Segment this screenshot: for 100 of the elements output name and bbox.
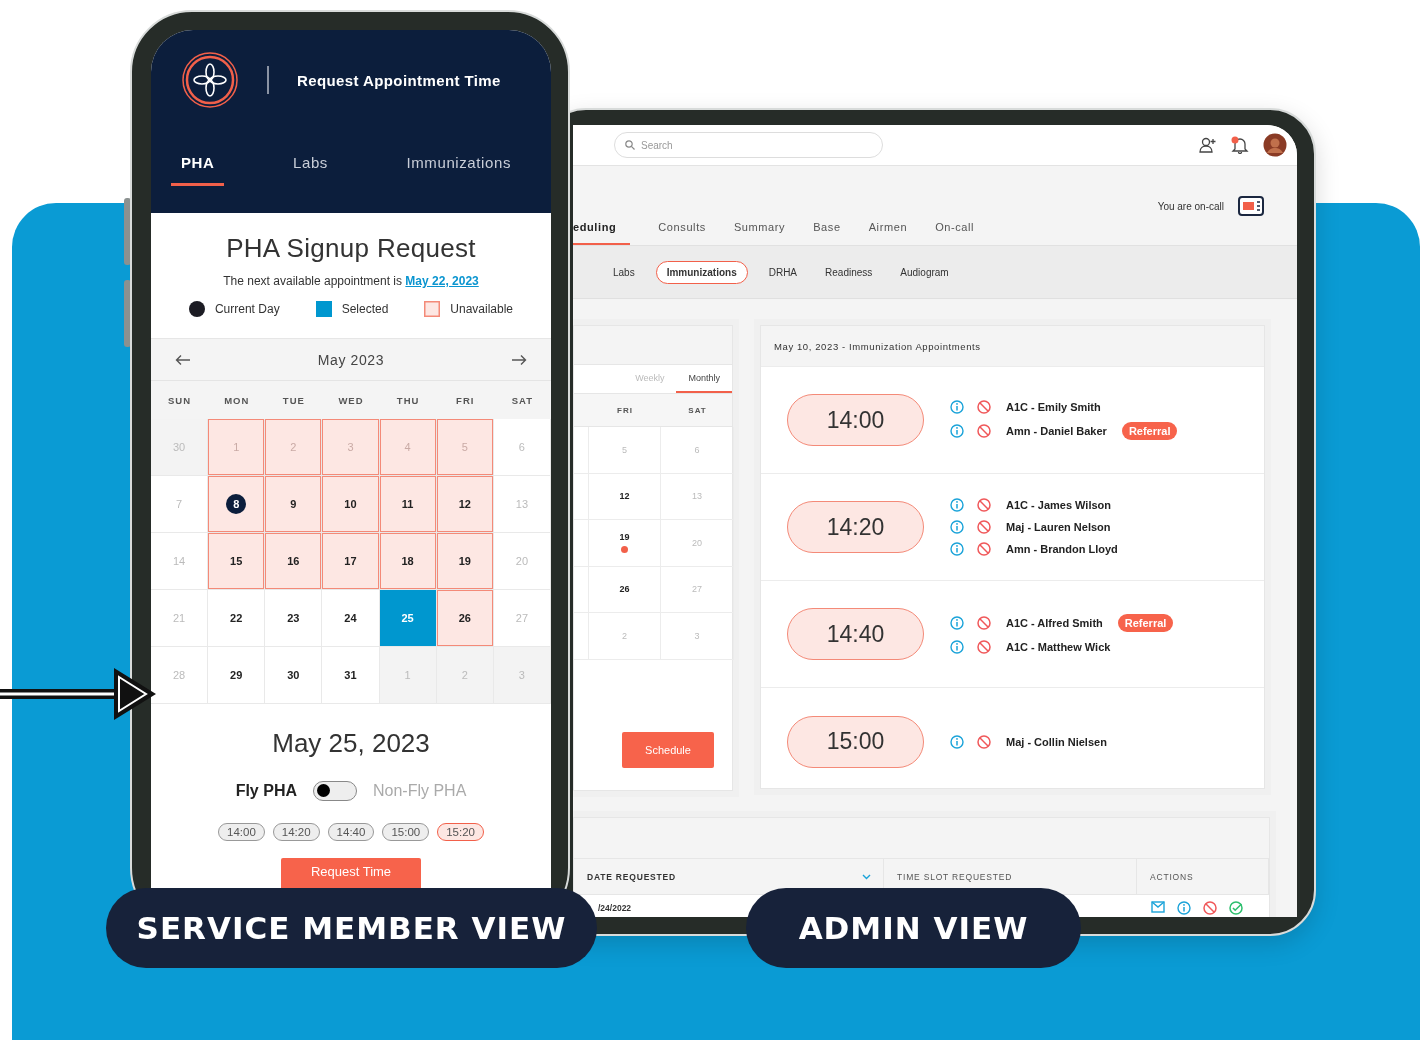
calendar-day[interactable]: 15 bbox=[208, 533, 266, 590]
weekday-label: SUN bbox=[167, 394, 193, 406]
search-field[interactable]: Search bbox=[614, 132, 883, 158]
search-icon bbox=[625, 140, 635, 150]
time-chip[interactable]: 14:40 bbox=[327, 823, 375, 841]
weekday-label: SAT bbox=[510, 394, 535, 406]
sub-tab[interactable]: Audiogram bbox=[893, 260, 956, 284]
patient-name: Amn - Brandon Lloyd bbox=[1006, 543, 1118, 555]
calendar-day[interactable]: 24 bbox=[322, 590, 380, 647]
nav-tab[interactable]: PHA bbox=[171, 148, 225, 186]
patient-name: A1C - Alfred Smith bbox=[1006, 617, 1103, 629]
calendar-day[interactable]: 17 bbox=[322, 533, 380, 590]
legend-label: Current Day bbox=[214, 302, 280, 316]
mail-icon[interactable] bbox=[1151, 901, 1165, 913]
nav-tab[interactable]: Summary bbox=[733, 217, 786, 245]
left-arrow-icon[interactable] bbox=[175, 353, 191, 366]
table-cell-text: /24/2022 bbox=[597, 903, 632, 913]
calendar-day[interactable]: 19 bbox=[436, 533, 494, 590]
bell-icon[interactable] bbox=[1231, 136, 1249, 154]
cancel-icon[interactable] bbox=[977, 616, 991, 630]
toggle-switch[interactable] bbox=[313, 781, 357, 801]
sub-tab[interactable]: Readiness bbox=[818, 260, 880, 284]
sub-tab[interactable]: Labs bbox=[606, 260, 642, 284]
info-icon[interactable] bbox=[950, 400, 964, 414]
cancel-icon[interactable] bbox=[977, 542, 991, 556]
sub-tab[interactable]: Immunizations bbox=[655, 260, 748, 284]
weekday-label: WED bbox=[337, 394, 365, 406]
legend-label: Selected bbox=[341, 302, 389, 316]
weekday-label: THU bbox=[395, 394, 421, 406]
page-heading: PHA Signup Request bbox=[226, 233, 476, 264]
calendar-day[interactable]: 26 bbox=[436, 590, 494, 647]
nav-tab[interactable]: Airmen bbox=[868, 217, 908, 245]
cancel-icon[interactable] bbox=[977, 498, 991, 512]
calendar-day[interactable]: 19 bbox=[589, 520, 661, 567]
nav-tab[interactable]: Labs bbox=[283, 148, 338, 186]
calendar-day[interactable]: 26 bbox=[589, 566, 661, 613]
time-slot[interactable]: 14:00 bbox=[787, 394, 924, 446]
calendar-day[interactable]: 29 bbox=[208, 647, 266, 704]
weekday-label: SAT bbox=[687, 405, 708, 415]
cancel-icon[interactable] bbox=[977, 400, 991, 414]
view-label: ADMIN VIEW bbox=[746, 888, 1081, 968]
column-header[interactable]: ACTIONS bbox=[1137, 859, 1269, 894]
calendar-day[interactable]: 12 bbox=[589, 473, 661, 520]
referral-badge: Referral bbox=[1121, 422, 1178, 440]
calendar-day[interactable]: 16 bbox=[265, 533, 323, 590]
square-icon bbox=[424, 301, 441, 317]
info-icon[interactable] bbox=[1177, 901, 1191, 915]
time-slot[interactable]: 14:40 bbox=[787, 608, 924, 660]
calendar-day[interactable]: 18 bbox=[379, 533, 437, 590]
weekday-label: TUE bbox=[281, 394, 306, 406]
cancel-icon[interactable] bbox=[1203, 901, 1217, 915]
calendar-day[interactable]: 11 bbox=[379, 476, 437, 533]
nav-tab[interactable]: On-call bbox=[935, 217, 975, 245]
avatar-icon[interactable] bbox=[1263, 133, 1287, 157]
cancel-icon[interactable] bbox=[977, 640, 991, 654]
cancel-icon[interactable] bbox=[977, 520, 991, 534]
info-icon[interactable] bbox=[950, 498, 964, 512]
logo-icon bbox=[181, 51, 239, 109]
nav-tab[interactable]: Base bbox=[813, 217, 841, 245]
nav-tab[interactable]: Consults bbox=[658, 217, 706, 245]
calendar-day[interactable]: 23 bbox=[265, 590, 323, 647]
patient-name: A1C - Matthew Wick bbox=[1006, 641, 1111, 653]
time-chip[interactable]: 14:00 bbox=[218, 823, 265, 841]
calendar-day[interactable]: 8 bbox=[208, 476, 266, 533]
right-arrow-icon[interactable] bbox=[511, 353, 527, 366]
add-user-icon[interactable] bbox=[1199, 137, 1217, 153]
info-icon[interactable] bbox=[950, 424, 964, 438]
time-slot[interactable]: 14:20 bbox=[787, 501, 924, 553]
info-icon[interactable] bbox=[950, 734, 964, 749]
calendar-day[interactable]: 9 bbox=[265, 476, 323, 533]
calendar-day[interactable]: 31 bbox=[322, 647, 380, 704]
weekday-label: FRI bbox=[616, 405, 634, 415]
time-chip[interactable]: 14:20 bbox=[272, 823, 320, 841]
sub-tab[interactable]: DRHA bbox=[761, 260, 805, 284]
info-icon[interactable] bbox=[950, 520, 964, 534]
selected-date: May 25, 2023 bbox=[272, 728, 430, 759]
cancel-icon[interactable] bbox=[977, 734, 991, 749]
calendar-day[interactable]: 22 bbox=[208, 590, 266, 647]
referral-badge: Referral bbox=[1117, 614, 1174, 632]
check-icon[interactable] bbox=[1229, 901, 1243, 915]
info-icon[interactable] bbox=[950, 616, 964, 630]
weekday-label: MON bbox=[223, 394, 251, 406]
toggle-label: Non-Fly PHA bbox=[373, 782, 467, 800]
nav-tab[interactable]: Immunizations bbox=[396, 148, 521, 186]
monitor-icon bbox=[1238, 196, 1264, 216]
calendar-day[interactable]: 12 bbox=[436, 476, 494, 533]
patient-name: A1C - James Wilson bbox=[1006, 499, 1112, 511]
dot-icon bbox=[188, 301, 205, 317]
on-call-status: You are on-call bbox=[1157, 200, 1224, 212]
patient-name: Maj - Collin Nielsen bbox=[1006, 735, 1107, 748]
time-slot[interactable]: 15:00 bbox=[787, 715, 924, 768]
app-title: Request Appointment Time bbox=[297, 71, 501, 89]
calendar-day[interactable]: 30 bbox=[265, 647, 323, 704]
info-icon[interactable] bbox=[950, 542, 964, 556]
cancel-icon[interactable] bbox=[977, 424, 991, 438]
time-chip[interactable]: 15:20 bbox=[437, 823, 484, 841]
patient-name: Maj - Lauren Nelson bbox=[1006, 521, 1111, 533]
calendar-day[interactable]: 10 bbox=[322, 476, 380, 533]
info-icon[interactable] bbox=[950, 640, 964, 654]
time-chip[interactable]: 15:00 bbox=[382, 823, 430, 841]
